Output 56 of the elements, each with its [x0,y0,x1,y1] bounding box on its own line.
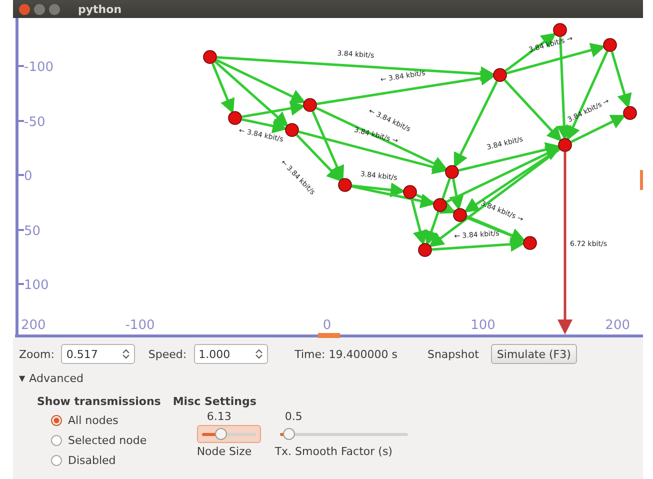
node-icon[interactable] [453,208,467,222]
node-icon[interactable] [228,111,242,125]
node-icon[interactable] [558,138,572,152]
node-icon[interactable] [433,198,447,212]
node-icon[interactable] [403,185,417,199]
radio-option[interactable]: Disabled [51,452,161,468]
axis-label: -100 [24,60,54,75]
axis-label: 100 [470,318,496,333]
speed-label: Speed: [148,348,187,360]
network-canvas[interactable] [13,18,643,338]
time-label: Time: 19.400000 s [294,348,398,360]
section-heading: Show transmissions [37,395,161,408]
slider-value: 6.13 [206,410,232,423]
axis-label: 200 [605,318,630,333]
node-icon[interactable] [203,50,217,64]
node-icon[interactable] [338,178,352,192]
window-title: python [78,2,122,16]
radio-option[interactable]: All nodes [51,412,161,428]
slider-thumb[interactable] [282,428,295,440]
close-icon[interactable] [19,4,30,14]
slider[interactable] [196,425,261,443]
node-icon[interactable] [523,236,537,250]
axis-label: -50 [24,115,46,130]
node-icon[interactable] [303,98,317,112]
slider-value: 0.5 [284,410,302,423]
scroll-marker[interactable] [318,333,340,338]
maximize-icon[interactable] [49,4,60,14]
node-icon[interactable] [285,123,299,137]
section-heading: Misc Settings [172,395,258,408]
axis-label: 100 [24,278,49,293]
minimize-icon[interactable] [34,4,45,14]
snapshot-button[interactable]: Snapshot [422,344,484,364]
spin-arrows-icon[interactable] [122,348,130,360]
simulate-button[interactable]: Simulate (F3) [490,344,577,364]
link-arrow [610,51,632,109]
node-icon[interactable] [493,68,507,82]
axis-label: 200 [21,318,46,333]
radio-option[interactable]: Selected node [51,432,161,448]
axis-label: 0 [322,318,332,333]
node-icon[interactable] [603,38,617,52]
spin-arrows-icon[interactable] [254,348,263,360]
node-icon[interactable] [553,23,567,37]
axis-label: 50 [24,224,41,239]
zoom-label: Zoom: [19,348,54,360]
slider-label: Tx. Smooth Factor (s) [274,445,392,458]
axis-label: 0 [24,169,32,184]
advanced-expander[interactable]: ▼ Advanced [19,372,84,385]
node-icon[interactable] [445,165,459,179]
axis-label: -100 [125,318,155,333]
zoom-field[interactable]: 0.517 [61,344,136,364]
scroll-marker[interactable] [640,170,643,190]
slider-label: Node Size [196,445,252,458]
slider-thumb[interactable] [214,428,227,440]
speed-field[interactable]: 1.000 [194,344,268,364]
node-icon[interactable] [418,243,432,257]
node-icon[interactable] [623,106,637,120]
